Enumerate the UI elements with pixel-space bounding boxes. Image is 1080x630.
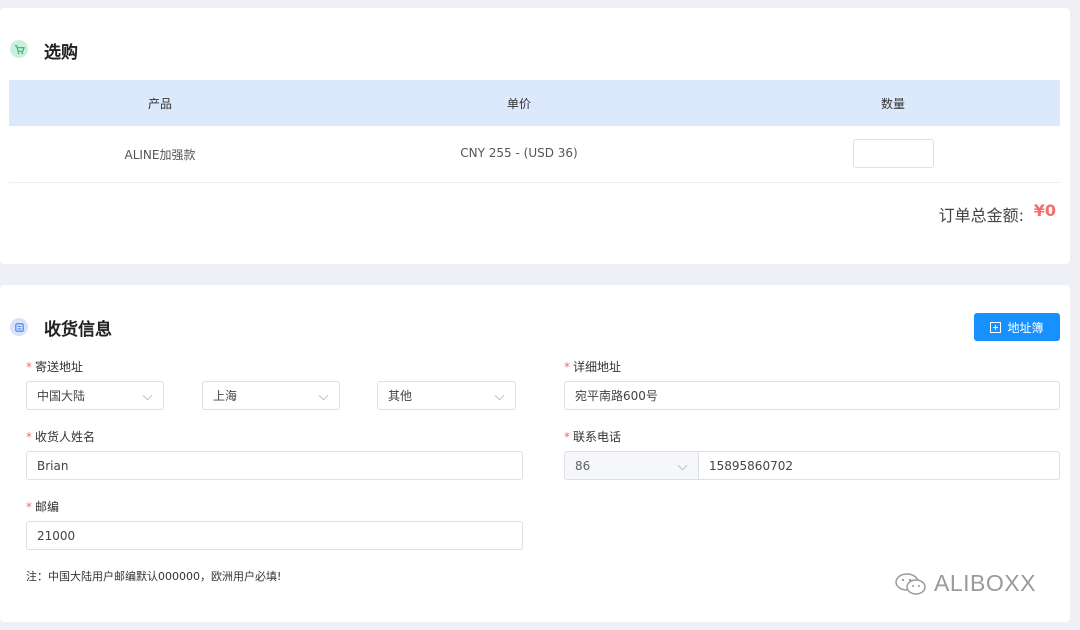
district-select[interactable]: 其他 (377, 381, 516, 410)
purchase-title: 选购 (44, 43, 78, 63)
column-price: 单价 (506, 97, 532, 111)
phone-code-select[interactable]: 86 (564, 451, 699, 480)
chevron-down-icon (677, 460, 688, 471)
total-value: ¥0 (1033, 201, 1056, 220)
watermark-text: ALIBOXX (934, 570, 1036, 596)
add-square-icon (990, 321, 1002, 333)
table-header: 产品 单价 数量 (9, 80, 1060, 126)
detail-address-label: * 详细地址 (564, 360, 622, 374)
province-select[interactable]: 上海 (202, 381, 340, 410)
recipient-name-input[interactable]: Brian (26, 451, 523, 480)
product-name: ALINE加强款 (124, 148, 196, 162)
zip-note: 注：中国大陆用户邮编默认000000，欧洲用户必填! (26, 570, 282, 583)
country-select[interactable]: 中国大陆 (26, 381, 164, 410)
product-price: CNY 255 - (USD 36) (460, 146, 578, 160)
watermark: ALIBOXX (894, 570, 1036, 597)
chevron-down-icon (318, 390, 329, 401)
address-book-label: 地址簿 (1007, 320, 1044, 335)
zip-input[interactable]: 21000 (26, 521, 523, 550)
phone-input[interactable]: 15895860702 (698, 451, 1060, 480)
wechat-icon (895, 572, 926, 595)
detail-address-input[interactable]: 宛平南路600号 (564, 381, 1060, 410)
address-label: * 寄送地址 (26, 360, 84, 374)
quantity-input[interactable] (853, 139, 934, 168)
cart-icon (10, 40, 28, 58)
chevron-down-icon (494, 390, 505, 401)
phone-label: * 联系电话 (564, 430, 622, 444)
purchase-card: 选购 产品 单价 数量 ALINE加强款 CNY 255 - (USD 36) … (0, 8, 1070, 264)
address-book-button[interactable]: 地址簿 (974, 313, 1060, 341)
column-quantity: 数量 (880, 97, 906, 111)
shipping-title: 收货信息 (44, 320, 112, 340)
total-label: 订单总金额: (938, 206, 1024, 225)
column-product: 产品 (147, 97, 173, 111)
address-icon (10, 318, 28, 336)
recipient-name-label: * 收货人姓名 (26, 430, 96, 444)
zip-label: * 邮编 (26, 500, 60, 514)
chevron-down-icon (142, 390, 153, 401)
table-row: ALINE加强款 CNY 255 - (USD 36) (9, 126, 1060, 183)
